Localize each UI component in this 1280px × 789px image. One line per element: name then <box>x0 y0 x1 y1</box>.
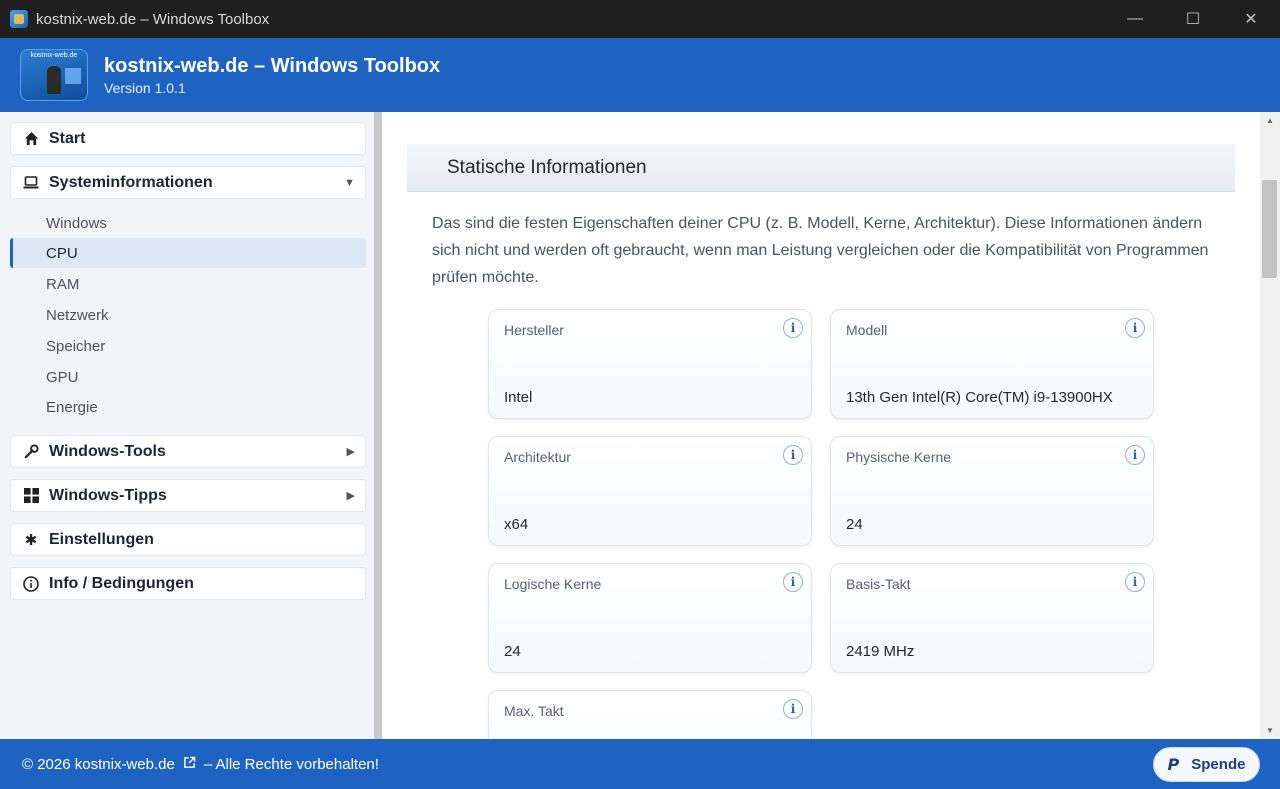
sidebar: Start Systeminformationen ▼ Windows CPU … <box>0 112 377 739</box>
info-card-architektur: Architektur i x64 <box>488 436 812 546</box>
nav-windows-tipps[interactable]: Windows-Tipps ▶ <box>10 479 366 512</box>
windows-logo-icon <box>23 488 39 504</box>
card-label: Hersteller <box>504 322 564 338</box>
nav-sub-cpu[interactable]: CPU <box>10 238 366 268</box>
info-circle-icon <box>23 575 39 592</box>
nav-start[interactable]: Start <box>10 122 366 155</box>
external-link-icon[interactable] <box>183 756 196 772</box>
intro-text: Das sind die festen Eigenschaften deiner… <box>432 215 1209 286</box>
header-text: kostnix-web.de – Windows Toolbox Version… <box>104 55 440 96</box>
nav-info-bedingungen[interactable]: Info / Bedingungen <box>10 567 366 600</box>
chevron-right-icon: ▶ <box>346 446 355 458</box>
nav-windows-tools-label: Windows-Tools <box>49 442 166 460</box>
donate-button[interactable]: P Spende <box>1153 747 1260 782</box>
info-icon[interactable]: i <box>1125 445 1145 465</box>
card-label: Logische Kerne <box>504 576 602 592</box>
app-version: Version 1.0.1 <box>104 79 186 96</box>
info-icon[interactable]: i <box>1125 572 1145 592</box>
minimize-button[interactable]: — <box>1106 0 1164 38</box>
gear-icon: ✱ <box>24 531 38 549</box>
logo-figure-graphic <box>47 66 61 94</box>
card-value: 13th Gen Intel(R) Core(TM) i9-13900HX <box>846 389 1113 406</box>
card-value: x64 <box>504 516 529 533</box>
chevron-right-icon: ▶ <box>346 490 355 502</box>
scrollbar-thumb[interactable] <box>1262 180 1277 278</box>
nav-sub-energie[interactable]: Energie <box>10 392 366 422</box>
nav-einstellungen-label: Einstellungen <box>49 530 154 548</box>
info-icon[interactable]: i <box>783 318 803 338</box>
window-title: kostnix-web.de – Windows Toolbox <box>36 10 270 28</box>
app-icon <box>10 10 28 28</box>
app-title: kostnix-web.de – Windows Toolbox <box>104 54 441 77</box>
nav-sub-windows[interactable]: Windows <box>10 208 366 238</box>
nav-windows-tools[interactable]: Windows-Tools ▶ <box>10 435 366 468</box>
info-card-modell: Modell i 13th Gen Intel(R) Core(TM) i9-1… <box>830 309 1154 419</box>
home-icon <box>23 131 39 147</box>
info-icon[interactable]: i <box>1125 318 1145 338</box>
scroll-up-icon[interactable]: ▲ <box>1260 116 1280 125</box>
wrench-icon <box>23 444 39 460</box>
footer-copyright-link[interactable]: © 2026 kostnix-web.de <box>22 756 175 773</box>
window-controls: — ☐ ✕ <box>1106 0 1280 38</box>
nav-start-label: Start <box>49 129 86 147</box>
main-content: Statische Informationen Das sind die fes… <box>382 112 1260 739</box>
sidebar-splitter[interactable] <box>374 112 382 739</box>
card-value: Intel <box>504 389 533 406</box>
card-value: 24 <box>846 516 863 533</box>
nav-windows-tipps-label: Windows-Tipps <box>49 486 167 504</box>
info-card-hersteller: Hersteller i Intel <box>488 309 812 419</box>
card-label: Architektur <box>504 449 571 465</box>
paypal-icon: P <box>1167 755 1180 774</box>
app-header: kostnix-web.de kostnix-web.de – Windows … <box>0 38 1280 112</box>
nav-systeminformationen-label: Systeminformationen <box>49 173 213 191</box>
laptop-icon <box>23 175 39 191</box>
window-titlebar: kostnix-web.de – Windows Toolbox — ☐ ✕ <box>0 0 1280 38</box>
nav-einstellungen[interactable]: ✱ Einstellungen <box>10 523 366 556</box>
nav-info-label: Info / Bedingungen <box>49 574 194 592</box>
card-value: 2419 MHz <box>846 643 915 660</box>
nav-sub-ram[interactable]: RAM <box>10 269 366 299</box>
scroll-down-icon[interactable]: ▼ <box>1260 726 1280 735</box>
info-icon[interactable]: i <box>783 699 803 719</box>
info-card-logische-kerne: Logische Kerne i 24 <box>488 563 812 673</box>
maximize-button[interactable]: ☐ <box>1164 0 1222 38</box>
card-label: Basis-Takt <box>846 576 911 592</box>
logo-text: kostnix-web.de <box>30 52 78 59</box>
card-label: Physische Kerne <box>846 449 952 465</box>
card-value: 24 <box>504 643 521 660</box>
logo-window-graphic <box>65 68 81 84</box>
nav-sub-gpu[interactable]: GPU <box>10 362 366 392</box>
info-icon[interactable]: i <box>783 572 803 592</box>
chevron-down-icon: ▼ <box>344 176 355 189</box>
nav-sub-netzwerk[interactable]: Netzwerk <box>10 300 366 330</box>
nav-sub-speicher[interactable]: Speicher <box>10 331 366 361</box>
section-title: Statische Informationen <box>407 144 1235 192</box>
footer-rights: – Alle Rechte vorbehalten! <box>203 755 379 773</box>
info-icon[interactable]: i <box>783 445 803 465</box>
donate-label: Spende <box>1191 756 1246 773</box>
info-card-physische-kerne: Physische Kerne i 24 <box>830 436 1154 546</box>
card-label: Max. Takt <box>504 703 564 719</box>
nav-systeminformationen[interactable]: Systeminformationen ▼ <box>10 166 366 199</box>
card-label: Modell <box>846 322 888 338</box>
info-card-max-takt: Max. Takt i <box>488 690 812 739</box>
content-scrollbar[interactable]: ▲ ▼ <box>1260 112 1280 739</box>
info-card-basis-takt: Basis-Takt i 2419 MHz <box>830 563 1154 673</box>
close-button[interactable]: ✕ <box>1222 0 1280 38</box>
app-logo: kostnix-web.de <box>20 49 88 101</box>
app-footer: © 2026 kostnix-web.de – Alle Rechte vorb… <box>0 739 1280 789</box>
